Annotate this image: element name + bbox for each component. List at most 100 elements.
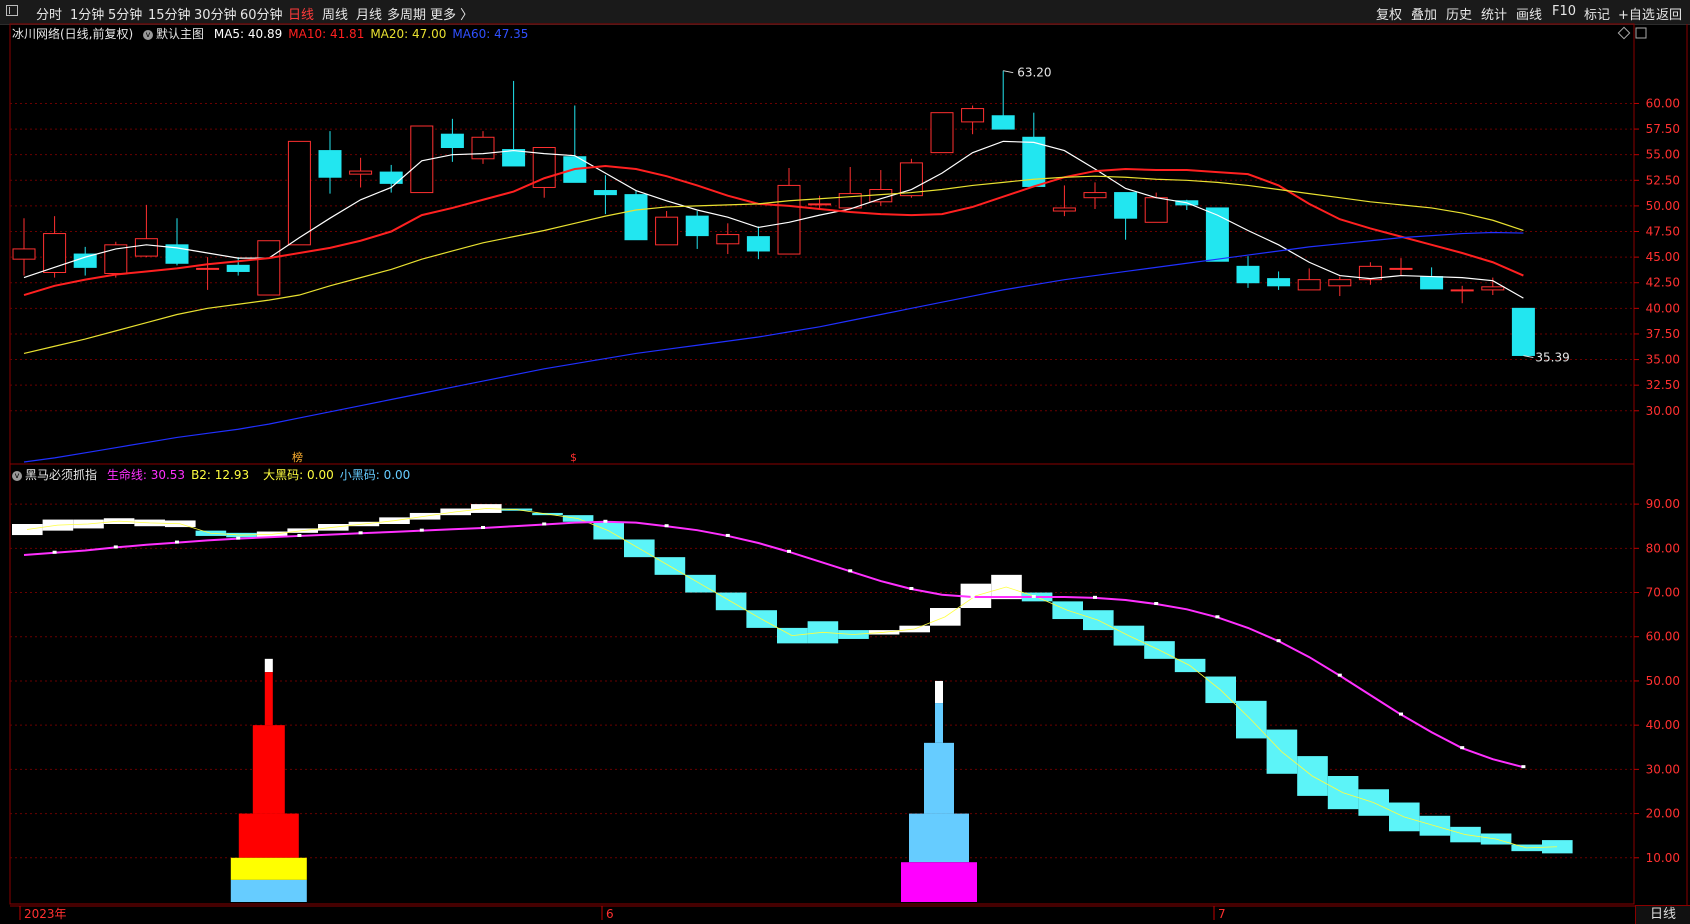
date-label: 7 (1218, 907, 1226, 921)
candle-body (1083, 192, 1107, 199)
event-marker-list: 榜 (292, 450, 303, 464)
candle-body (12, 248, 36, 260)
event-marker-dollar: $ (570, 451, 577, 464)
candle-body (1205, 207, 1229, 262)
life-line-dot (1154, 602, 1159, 606)
candle-body (899, 162, 923, 197)
candle-body (593, 190, 617, 196)
panel-toggle-icon (1635, 27, 1647, 39)
indicator-y-tick-label: 40.00 (1646, 718, 1680, 732)
chart-canvas[interactable]: 30.00 32.50 35.00 37.50 40.00 42.50 45.00 47.50… (0, 0, 1690, 924)
candle-body (1267, 278, 1291, 287)
candle-body (1450, 289, 1474, 292)
signal-red-tip (264, 658, 273, 673)
candle-body (226, 264, 250, 272)
candle-body (73, 253, 97, 268)
life-line-dot (1521, 765, 1526, 769)
candle-body (318, 150, 342, 178)
life-line-dot (358, 531, 363, 535)
signal-red-step (252, 725, 285, 814)
bottom-period-tab[interactable]: 日线 (1635, 905, 1690, 924)
main-panel-frame (9, 23, 1635, 465)
candle-body (1511, 307, 1535, 356)
candle-body (1114, 192, 1138, 219)
candle-body (1389, 267, 1413, 270)
signal-yellow-block (230, 857, 307, 880)
life-line-dot (970, 594, 975, 598)
date-label: 2023年 (24, 907, 67, 921)
life-line-dot (1337, 673, 1342, 677)
life-line-dot (1399, 712, 1403, 716)
main-y-tick-label: 32.50 (1646, 378, 1680, 392)
candle-body (471, 136, 495, 160)
signal-blue-spike (935, 703, 943, 743)
candle-body (196, 267, 220, 270)
signal-blue-base (909, 813, 969, 863)
life-line-dot (1460, 746, 1465, 750)
main-y-tick-label: 42.50 (1646, 276, 1680, 290)
main-y-tick-label: 55.00 (1646, 148, 1680, 162)
candle-body (134, 238, 158, 257)
candle-body (624, 194, 648, 241)
main-y-tick-label: 57.50 (1646, 122, 1680, 136)
life-line-dot (664, 524, 669, 528)
candle-body (808, 203, 832, 206)
indicator-y-tick-label: 60.00 (1646, 630, 1680, 644)
candle-body (685, 215, 709, 237)
main-y-tick-label: 40.00 (1646, 301, 1680, 315)
indicator-y-tick-label: 90.00 (1646, 497, 1680, 511)
life-line-dot (113, 545, 118, 549)
candle-body (777, 184, 801, 255)
candle-body (930, 112, 954, 154)
indicator-y-tick-label: 10.00 (1646, 851, 1680, 865)
life-line-dot (481, 525, 485, 529)
signal-magenta-block (901, 862, 977, 902)
diamond-icon (1617, 26, 1631, 40)
signal-blue-tip (935, 680, 943, 704)
main-y-tick-label: 47.50 (1646, 225, 1680, 239)
candle-body (1328, 279, 1352, 287)
life-line-dot (297, 533, 302, 537)
candle-body (961, 108, 985, 123)
ma-line-ma20 (23, 175, 1524, 354)
high-pointer (1003, 70, 1014, 74)
candle-body (746, 236, 770, 252)
date-label: 6 (606, 907, 614, 921)
life-line-dot (542, 522, 547, 526)
ma-line-ma5 (23, 140, 1524, 299)
indicator-y-tick-label: 50.00 (1646, 674, 1680, 688)
indicator-y-tick-label: 20.00 (1646, 807, 1680, 821)
life-line-dot (1031, 594, 1036, 598)
life-line-dot (175, 540, 179, 544)
main-y-tick-label: 60.00 (1646, 96, 1680, 110)
life-line-dot (419, 528, 424, 532)
signal-blue-step (924, 742, 954, 814)
indicator-y-tick-label: 80.00 (1646, 541, 1680, 555)
indicator-y-tick-label: 30.00 (1646, 762, 1680, 776)
life-line-dot (52, 550, 57, 554)
candle-body (43, 233, 67, 273)
life-line-dot (1215, 615, 1220, 619)
candle-body (1481, 286, 1505, 291)
candle-body (991, 115, 1015, 130)
main-y-tick-label: 37.50 (1646, 327, 1680, 341)
life-line-dot (725, 533, 730, 537)
candle-body (502, 149, 526, 167)
candle-body (1297, 279, 1321, 291)
indicator-y-tick-label: 70.00 (1646, 586, 1680, 600)
main-y-tick-label: 35.00 (1646, 353, 1680, 367)
candle-body (1236, 265, 1260, 284)
signal-red-base (238, 813, 299, 858)
high-price-label: 63.20 (1017, 66, 1051, 80)
life-line-dot (603, 519, 608, 523)
candle-body (1052, 207, 1076, 212)
life-line (23, 520, 1524, 769)
candle-body (379, 171, 403, 184)
candle-body (1144, 197, 1168, 223)
main-y-tick-label: 52.50 (1646, 173, 1680, 187)
life-line-dot (1276, 639, 1281, 643)
low-price-label: 35.39 (1535, 351, 1569, 365)
life-line-dot (1093, 595, 1097, 599)
main-y-tick-label: 30.00 (1646, 404, 1680, 418)
candle-body (440, 133, 464, 149)
